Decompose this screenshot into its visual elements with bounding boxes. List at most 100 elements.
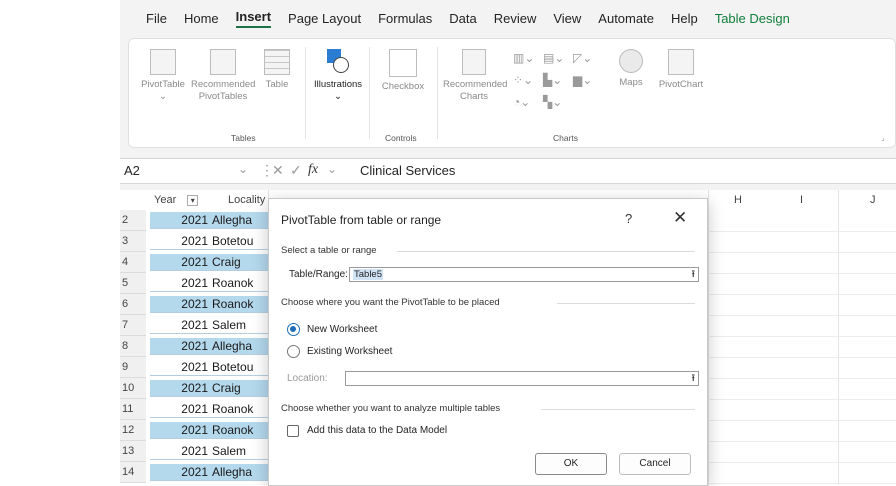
existing-worksheet-radio[interactable]: [287, 345, 300, 358]
existing-worksheet-label[interactable]: Existing Worksheet: [307, 346, 392, 357]
table-row[interactable]: 2021 Roanok: [150, 422, 268, 439]
column-header-j[interactable]: J: [870, 190, 876, 210]
row-header[interactable]: 4: [120, 252, 146, 273]
hierarchy-chart-icon[interactable]: ▤⌄: [543, 51, 564, 65]
year-cell[interactable]: 2021: [150, 317, 212, 334]
data-model-label[interactable]: Add this data to the Data Model: [307, 425, 447, 436]
locality-cell[interactable]: Roanok: [212, 276, 253, 290]
menu-home[interactable]: Home: [184, 11, 219, 26]
checkbox-button[interactable]: Checkbox: [375, 49, 431, 93]
table-row[interactable]: 2021 Craig: [150, 380, 268, 397]
recommended-charts-button[interactable]: Recommended Charts: [443, 49, 507, 103]
new-worksheet-radio[interactable]: [287, 323, 300, 336]
close-icon[interactable]: ✕: [673, 208, 687, 228]
year-cell[interactable]: 2021: [150, 380, 212, 397]
table-row[interactable]: 2021 Roanok: [150, 275, 268, 292]
collapse-dialog-icon[interactable]: ⭱: [692, 372, 696, 385]
ok-button[interactable]: OK: [535, 453, 607, 475]
enter-icon[interactable]: ✓: [290, 162, 302, 179]
menu-view[interactable]: View: [553, 11, 581, 26]
year-cell[interactable]: 2021: [150, 296, 212, 313]
pivottable-button[interactable]: PivotTable ⌄: [137, 49, 189, 103]
locality-cell[interactable]: Botetou: [212, 234, 253, 248]
help-icon[interactable]: ?: [625, 211, 632, 226]
row-header[interactable]: 6: [120, 294, 146, 315]
pivotchart-button[interactable]: PivotChart: [653, 49, 709, 91]
menu-insert[interactable]: Insert: [235, 9, 272, 28]
locality-cell[interactable]: Allegha: [212, 339, 252, 353]
data-model-checkbox[interactable]: [287, 425, 299, 437]
collapse-dialog-icon[interactable]: ⭱: [692, 268, 696, 281]
line-chart-icon[interactable]: ◸⌄: [573, 51, 592, 65]
column-header-h[interactable]: H: [734, 190, 742, 210]
locality-cell[interactable]: Craig: [212, 381, 241, 395]
table-button[interactable]: Table: [257, 49, 297, 91]
menu-formulas[interactable]: Formulas: [378, 11, 432, 26]
row-header[interactable]: 11: [120, 399, 146, 420]
locality-cell[interactable]: Craig: [212, 255, 241, 269]
menu-data[interactable]: Data: [449, 11, 476, 26]
locality-cell[interactable]: Roanok: [212, 423, 253, 437]
column-header-locality[interactable]: Locality: [228, 190, 265, 210]
chevron-down-icon[interactable]: ⌄: [238, 162, 248, 176]
table-range-field[interactable]: Table5 ⭱: [349, 267, 699, 282]
maps-button[interactable]: Maps: [613, 49, 649, 89]
table-row[interactable]: 2021 Allegha: [150, 338, 268, 355]
year-cell[interactable]: 2021: [150, 464, 212, 481]
name-box[interactable]: A2: [124, 163, 224, 178]
row-header[interactable]: 14: [120, 462, 146, 483]
column-header-i[interactable]: I: [800, 190, 803, 210]
table-row[interactable]: 2021 Craig: [150, 254, 268, 271]
menu-page-layout[interactable]: Page Layout: [288, 11, 361, 26]
locality-cell[interactable]: Salem: [212, 444, 246, 458]
menu-file[interactable]: File: [146, 11, 167, 26]
year-cell[interactable]: 2021: [150, 401, 212, 418]
year-cell[interactable]: 2021: [150, 275, 212, 292]
menu-review[interactable]: Review: [494, 11, 537, 26]
row-header[interactable]: 13: [120, 441, 146, 462]
pie-chart-icon[interactable]: ◔⌄: [513, 95, 530, 109]
table-row[interactable]: 2021 Allegha: [150, 212, 268, 229]
table-row[interactable]: 2021 Botetou: [150, 233, 268, 250]
formula-input[interactable]: Clinical Services: [360, 163, 455, 178]
locality-cell[interactable]: Allegha: [212, 465, 252, 479]
row-header[interactable]: 8: [120, 336, 146, 357]
column-header-year[interactable]: Year ▾: [154, 190, 199, 210]
table-row[interactable]: 2021 Salem: [150, 317, 268, 334]
statistic-chart-icon[interactable]: ▆⌄: [573, 73, 592, 87]
dialog-launcher-icon[interactable]: ⌟: [881, 133, 885, 142]
row-header[interactable]: 2: [120, 210, 146, 231]
row-header[interactable]: 5: [120, 273, 146, 294]
locality-cell[interactable]: Allegha: [212, 213, 252, 227]
locality-cell[interactable]: Botetou: [212, 360, 253, 374]
cancel-button[interactable]: Cancel: [619, 453, 691, 475]
scatter-chart-icon[interactable]: ⁘⌄: [513, 73, 533, 87]
recommended-pivottables-button[interactable]: Recommended PivotTables: [191, 49, 255, 103]
menu-table-design[interactable]: Table Design: [715, 11, 790, 26]
locality-cell[interactable]: Salem: [212, 318, 246, 332]
table-row[interactable]: 2021 Botetou: [150, 359, 268, 376]
combo-chart-icon[interactable]: ▚⌄: [543, 95, 562, 109]
row-header[interactable]: 7: [120, 315, 146, 336]
year-cell[interactable]: 2021: [150, 422, 212, 439]
year-cell[interactable]: 2021: [150, 338, 212, 355]
row-header[interactable]: 3: [120, 231, 146, 252]
year-cell[interactable]: 2021: [150, 254, 212, 271]
illustrations-button[interactable]: Illustrations ⌄: [311, 49, 365, 103]
location-field[interactable]: ⭱: [345, 371, 699, 386]
cancel-icon[interactable]: ✕: [272, 162, 284, 179]
table-row[interactable]: 2021 Salem: [150, 443, 268, 460]
row-header[interactable]: 12: [120, 420, 146, 441]
chevron-down-icon[interactable]: ⌄: [327, 162, 337, 176]
new-worksheet-label[interactable]: New Worksheet: [307, 324, 377, 335]
column-chart-icon[interactable]: ▥⌄: [513, 51, 534, 65]
filter-dropdown-icon[interactable]: ▾: [187, 195, 199, 206]
function-icon[interactable]: fx: [308, 162, 318, 178]
row-header[interactable]: 9: [120, 357, 146, 378]
table-row[interactable]: 2021 Roanok: [150, 296, 268, 313]
bar-chart-icon[interactable]: ▙⌄: [543, 73, 562, 87]
menu-automate[interactable]: Automate: [598, 11, 654, 26]
locality-cell[interactable]: Roanok: [212, 297, 253, 311]
locality-cell[interactable]: Roanok: [212, 402, 253, 416]
year-cell[interactable]: 2021: [150, 443, 212, 460]
